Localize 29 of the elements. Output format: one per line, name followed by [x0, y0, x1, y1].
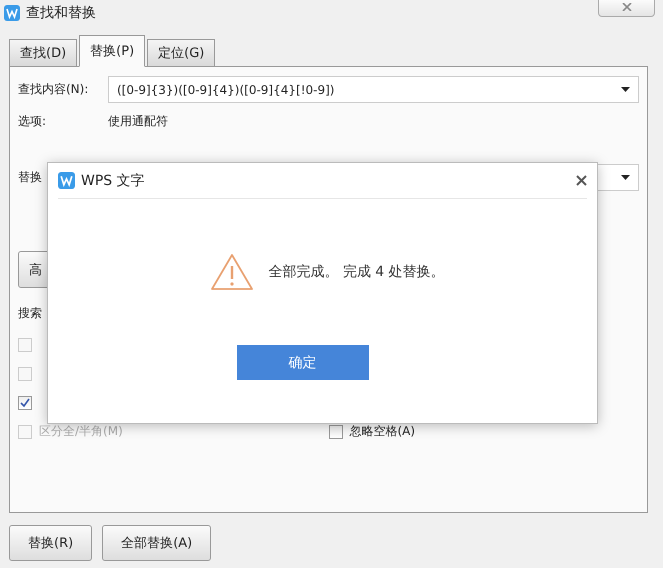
options-value: 使用通配符 [108, 113, 168, 130]
close-button[interactable] [598, 0, 655, 17]
tab[interactable]: 定位(G) [147, 39, 216, 66]
options-label: 选项: [18, 113, 46, 130]
dropdown-caret-icon [621, 175, 630, 180]
warning-icon [210, 253, 254, 291]
window-title: 查找和替换 [26, 4, 96, 22]
tab[interactable]: 替换(P) [79, 35, 146, 67]
checkmark-icon [20, 398, 30, 408]
close-button[interactable] [576, 175, 587, 186]
tab[interactable]: 查找(D) [9, 39, 78, 66]
checkbox-label: 区分全/半角(M) [39, 423, 123, 440]
checkbox[interactable] [18, 396, 32, 410]
dropdown-caret-icon [621, 87, 630, 92]
close-icon [620, 2, 632, 10]
message-text: 全部完成。 完成 4 处替换。 [268, 263, 445, 281]
field-label: 查找内容(N): [18, 81, 88, 98]
close-icon [576, 175, 587, 186]
find-field[interactable]: ([0-9]{3})([0-9]{4})([0-9]{4}[!0-9]) [108, 76, 639, 103]
field-label: 替换 [18, 169, 42, 186]
dialog-title: WPS 文字 [81, 172, 146, 190]
action-button[interactable]: 全部替换(A) [102, 525, 212, 561]
checkbox-label: 忽略空格(A) [350, 423, 416, 440]
app-logo-icon [58, 172, 75, 189]
checkbox[interactable] [328, 424, 342, 438]
action-button[interactable]: 替换(R) [9, 525, 92, 561]
ok-button[interactable]: 确定 [236, 345, 368, 380]
section-label: 搜索 [18, 305, 42, 322]
app-logo-icon [4, 5, 20, 21]
